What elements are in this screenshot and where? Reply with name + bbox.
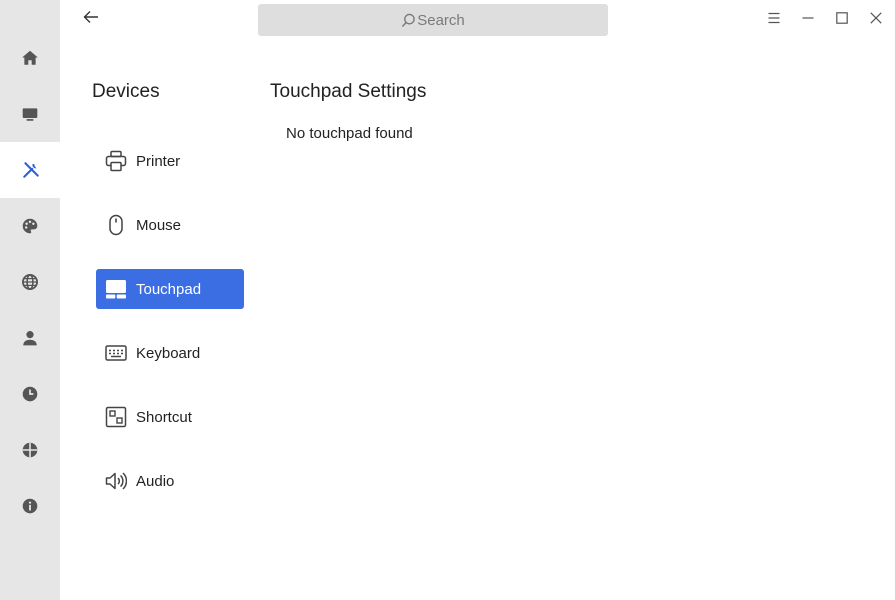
info-icon (21, 497, 39, 515)
device-item-audio[interactable]: Audio (96, 461, 244, 501)
home-icon (21, 49, 39, 67)
network-icon (21, 441, 39, 459)
device-label: Keyboard (136, 344, 201, 362)
maximize-icon (836, 11, 848, 29)
device-item-printer[interactable]: Printer (96, 141, 244, 181)
close-button[interactable] (866, 10, 886, 30)
device-label: Audio (136, 472, 175, 490)
device-label: Touchpad (136, 280, 202, 298)
device-item-keyboard[interactable]: Keyboard (96, 333, 244, 373)
search-placeholder: Search (417, 11, 465, 29)
menu-button[interactable] (764, 10, 784, 30)
speaker-icon (104, 469, 128, 493)
mouse-icon (104, 213, 128, 237)
devices-title: Devices (92, 81, 160, 102)
category-rail (0, 0, 61, 600)
rail-network[interactable] (0, 254, 60, 310)
device-item-touchpad[interactable]: Touchpad (96, 269, 244, 309)
rail-about[interactable] (0, 478, 60, 534)
rail-account[interactable] (0, 310, 60, 366)
back-button[interactable] (80, 8, 102, 30)
user-icon (21, 329, 39, 347)
settings-window: Search Devices Printer Mouse Touchpad Ke… (0, 0, 895, 600)
search-input[interactable]: Search (258, 4, 608, 36)
device-label: Printer (136, 152, 181, 170)
maximize-button[interactable] (832, 10, 852, 30)
close-icon (870, 11, 882, 29)
empty-state-message: No touchpad found (286, 125, 413, 142)
clock-icon (21, 385, 39, 403)
keyboard-icon (104, 341, 128, 365)
menu-icon (768, 11, 780, 29)
device-item-shortcut[interactable]: Shortcut (96, 397, 244, 437)
palette-icon (21, 217, 39, 235)
device-label: Mouse (136, 216, 182, 234)
shortcut-icon (104, 405, 128, 429)
arrow-left-icon (83, 10, 99, 29)
search-icon (401, 13, 416, 28)
page-title: Touchpad Settings (270, 81, 427, 102)
touchpad-icon (104, 277, 128, 301)
globe-icon (21, 273, 39, 291)
device-label: Shortcut (136, 408, 192, 426)
rail-datetime[interactable] (0, 366, 60, 422)
device-item-mouse[interactable]: Mouse (96, 205, 244, 245)
monitor-icon (21, 105, 39, 123)
rail-display[interactable] (0, 86, 60, 142)
rail-devices[interactable] (0, 142, 61, 198)
tools-icon (22, 161, 40, 179)
minimize-icon (802, 11, 814, 29)
rail-update[interactable] (0, 422, 60, 478)
printer-icon (104, 149, 128, 173)
rail-home[interactable] (0, 30, 60, 86)
rail-personalization[interactable] (0, 198, 60, 254)
minimize-button[interactable] (798, 10, 818, 30)
